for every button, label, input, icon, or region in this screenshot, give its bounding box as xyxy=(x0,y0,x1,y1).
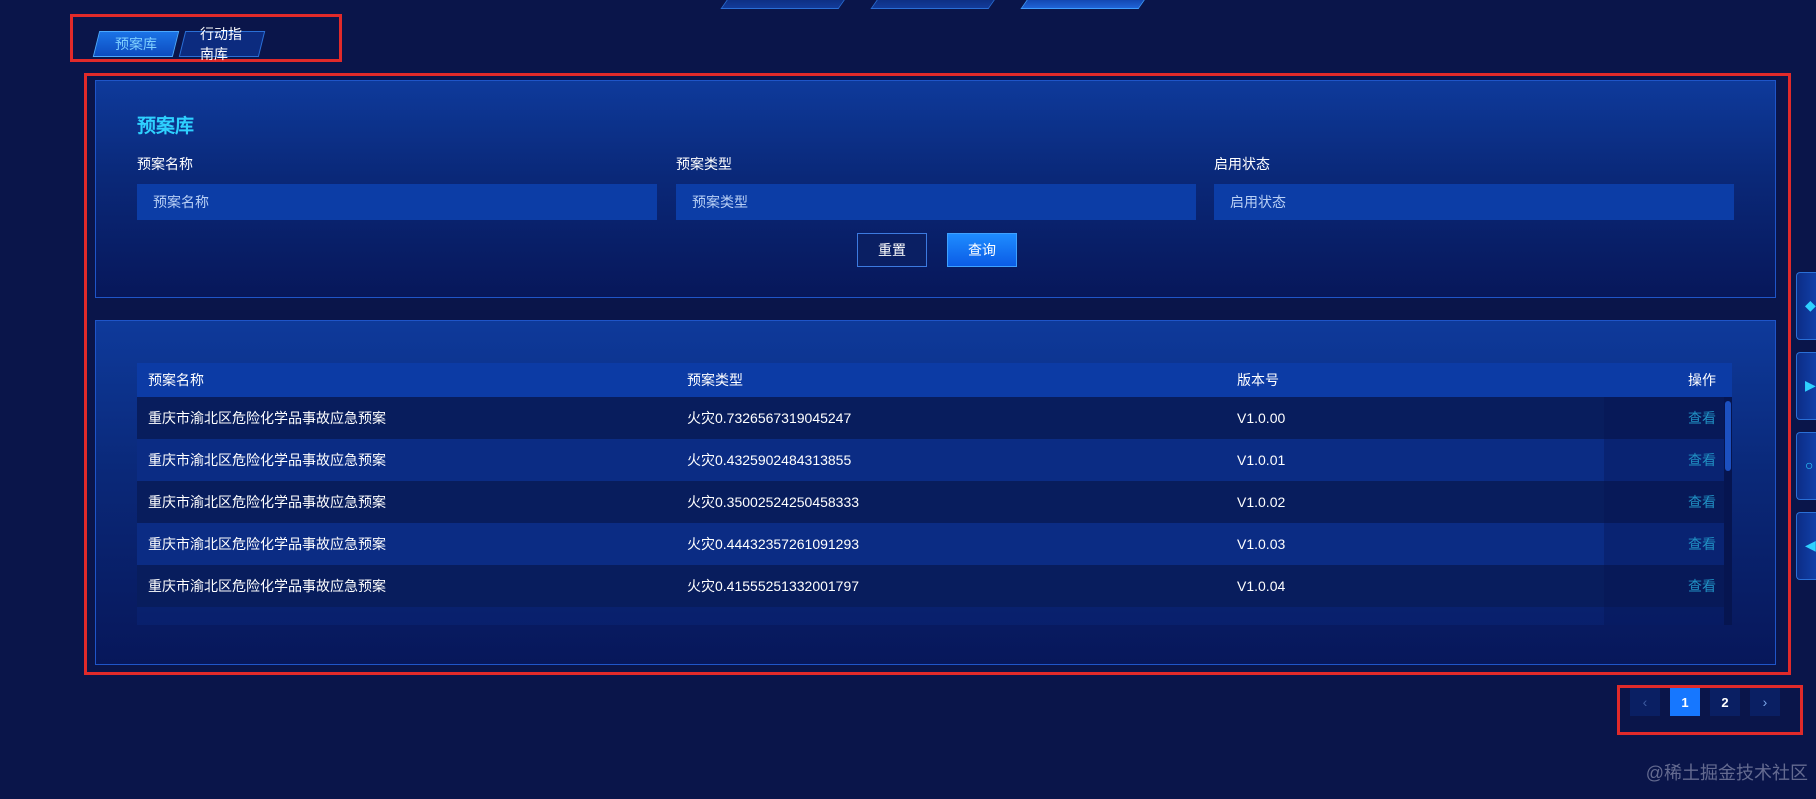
table-row: 重庆市渝北区危险化学品事故应急预案 火灾0.44432357261091293 … xyxy=(137,523,1732,565)
plan-name-field: 预案名称 xyxy=(137,154,657,220)
cell-version: V1.0.00 xyxy=(1237,410,1286,426)
plan-type-input[interactable] xyxy=(676,184,1196,220)
reset-button[interactable]: 重置 xyxy=(857,233,927,267)
side-tool-button[interactable]: ◀ xyxy=(1796,512,1816,580)
view-link[interactable]: 查看 xyxy=(1587,534,1732,554)
pagination: ‹ 1 2 › xyxy=(1630,688,1790,716)
table-row: 重庆市渝北区危险化学品事故应急预案 火灾0.7326567319045247 V… xyxy=(137,397,1732,439)
cell-name: 重庆市渝北区危险化学品事故应急预案 xyxy=(148,452,386,468)
field-label: 预案类型 xyxy=(676,156,732,172)
table-panel: 预案名称 预案类型 版本号 操作 重庆市渝北区危险化学品事故应急预案 火灾0.7… xyxy=(95,320,1776,665)
cell-type: 火灾0.7326567319045247 xyxy=(687,410,852,426)
cell-version: V1.0.04 xyxy=(1237,578,1286,594)
top-nav-decoration xyxy=(720,0,1148,10)
top-nav-tab-shape[interactable] xyxy=(720,0,848,9)
side-tool-icon: ▶ xyxy=(1805,377,1816,393)
cell-name: 重庆市渝北区危险化学品事故应急预案 xyxy=(148,410,386,426)
table-row: 重庆市渝北区危险化学品事故应急预案 火灾0.35002524250458333 … xyxy=(137,481,1732,523)
side-tool-button[interactable]: ○ xyxy=(1796,432,1816,500)
page-button-2[interactable]: 2 xyxy=(1710,688,1740,716)
side-tool-icon: ○ xyxy=(1805,457,1814,473)
table-row-partial xyxy=(137,607,1732,625)
column-header-name: 预案名称 xyxy=(148,372,204,388)
library-tabs: 预案库 行动指南库 xyxy=(92,26,266,62)
side-tool-button[interactable]: ▶ xyxy=(1796,352,1816,420)
watermark: @稀土掘金技术社区 xyxy=(1645,763,1808,783)
cell-version: V1.0.02 xyxy=(1237,494,1286,510)
plan-name-input[interactable] xyxy=(137,184,657,220)
cell-type: 火灾0.35002524250458333 xyxy=(687,494,860,510)
column-header-type: 预案类型 xyxy=(687,372,743,388)
cell-name: 重庆市渝北区危险化学品事故应急预案 xyxy=(148,494,386,510)
tab-label: 行动指南库 xyxy=(200,26,242,62)
enable-status-input[interactable] xyxy=(1214,184,1734,220)
chevron-right-icon[interactable]: › xyxy=(1750,688,1780,716)
cell-name: 重庆市渝北区危险化学品事故应急预案 xyxy=(148,578,386,594)
field-label: 预案名称 xyxy=(137,156,193,172)
table-header: 预案名称 预案类型 版本号 操作 xyxy=(137,363,1732,397)
top-nav-tab-shape[interactable] xyxy=(870,0,998,9)
view-link[interactable]: 查看 xyxy=(1587,408,1732,428)
cell-type: 火灾0.44432357261091293 xyxy=(687,536,860,552)
cell-version: V1.0.03 xyxy=(1237,536,1286,552)
tab-label: 预案库 xyxy=(115,36,157,52)
side-tool-button[interactable]: ◆ xyxy=(1796,272,1816,340)
enable-status-field: 启用状态 xyxy=(1214,154,1734,220)
field-label: 启用状态 xyxy=(1214,156,1270,172)
column-header-action: 操作 xyxy=(1688,372,1716,388)
tab-plan-library[interactable]: 预案库 xyxy=(92,31,180,57)
plan-type-field: 预案类型 xyxy=(676,154,1196,220)
table-scrollbar[interactable] xyxy=(1724,397,1732,625)
panel-title: 预案库 xyxy=(137,116,195,137)
page-button-1[interactable]: 1 xyxy=(1670,688,1700,716)
plan-table: 预案名称 预案类型 版本号 操作 重庆市渝北区危险化学品事故应急预案 火灾0.7… xyxy=(137,363,1732,625)
view-link[interactable]: 查看 xyxy=(1587,450,1732,470)
view-link[interactable]: 查看 xyxy=(1587,576,1732,596)
view-link[interactable]: 查看 xyxy=(1587,492,1732,512)
cell-name: 重庆市渝北区危险化学品事故应急预案 xyxy=(148,536,386,552)
cell-type: 火灾0.41555251332001797 xyxy=(687,578,860,594)
top-nav-tab-shape-active[interactable] xyxy=(1020,0,1148,9)
search-panel: 预案库 预案名称 预案类型 启用状态 重置 查询 xyxy=(95,80,1776,298)
chevron-left-icon[interactable]: ‹ xyxy=(1630,688,1660,716)
side-tool-icon: ◆ xyxy=(1805,297,1816,313)
side-tool-icon: ◀ xyxy=(1805,537,1816,553)
scrollbar-thumb[interactable] xyxy=(1725,401,1731,471)
tab-action-guide-library[interactable]: 行动指南库 xyxy=(178,26,266,62)
table-row: 重庆市渝北区危险化学品事故应急预案 火灾0.41555251332001797 … xyxy=(137,565,1732,607)
cell-version: V1.0.01 xyxy=(1237,452,1286,468)
cell-type: 火灾0.4325902484313855 xyxy=(687,452,852,468)
query-button[interactable]: 查询 xyxy=(947,233,1017,267)
table-row: 重庆市渝北区危险化学品事故应急预案 火灾0.4325902484313855 V… xyxy=(137,439,1732,481)
column-header-version: 版本号 xyxy=(1237,372,1279,388)
